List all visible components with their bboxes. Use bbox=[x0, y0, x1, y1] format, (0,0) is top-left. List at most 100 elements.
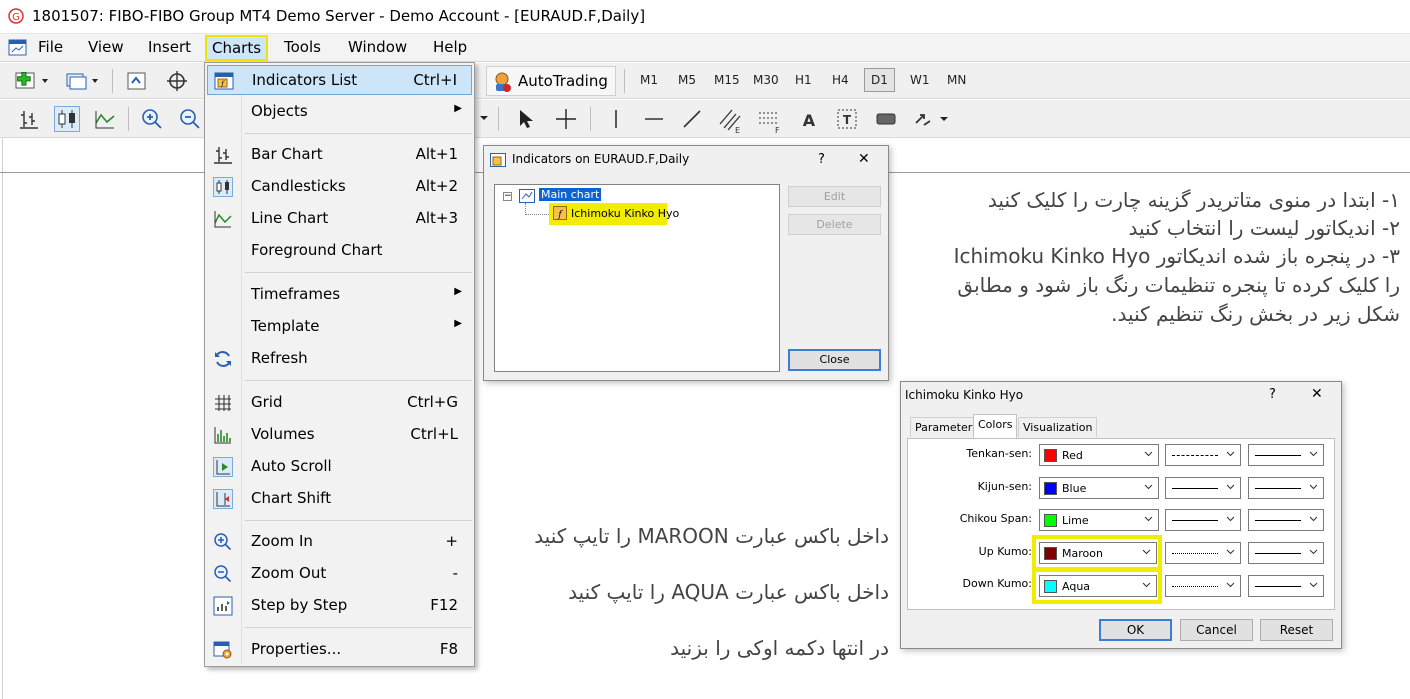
menu-separator bbox=[245, 380, 472, 381]
menu-item-timeframes[interactable]: Timeframes ▶ bbox=[207, 280, 472, 310]
kijun-color-select[interactable]: Blue bbox=[1039, 477, 1159, 499]
close-icon[interactable]: ✕ bbox=[1311, 386, 1323, 402]
crosshair-icon[interactable] bbox=[554, 107, 578, 131]
new-chart-icon[interactable] bbox=[14, 71, 50, 91]
menu-item-step-by-step[interactable]: Step by Step F12 bbox=[207, 591, 472, 621]
indicators-list-icon: f bbox=[214, 72, 234, 90]
delete-button[interactable]: Delete bbox=[788, 214, 881, 235]
up-kumo-color-select[interactable]: Maroon bbox=[1039, 542, 1157, 564]
menu-item-grid[interactable]: Grid Ctrl+G bbox=[207, 388, 472, 418]
text-label-icon[interactable]: T bbox=[836, 107, 858, 131]
menu-item-volumes[interactable]: Volumes Ctrl+L bbox=[207, 420, 472, 450]
menu-tools[interactable]: Tools bbox=[284, 38, 321, 56]
menu-item-auto-scroll[interactable]: Auto Scroll bbox=[207, 452, 472, 482]
line-chart-icon[interactable] bbox=[94, 108, 116, 130]
menu-help[interactable]: Help bbox=[433, 38, 467, 56]
autotrading-button[interactable]: AutoTrading bbox=[486, 66, 616, 96]
cancel-button[interactable]: Cancel bbox=[1180, 619, 1253, 641]
timeframe-h4[interactable]: H4 bbox=[832, 73, 849, 87]
tree-collapse-icon[interactable]: − bbox=[503, 192, 512, 201]
menu-charts[interactable]: Charts bbox=[205, 35, 269, 61]
zoom-out-icon[interactable] bbox=[178, 107, 202, 131]
down-kumo-style-select[interactable] bbox=[1165, 575, 1241, 597]
arrows-icon[interactable] bbox=[912, 107, 952, 131]
tree-item-ichimoku[interactable]: Ichimoku Kinko Hyo bbox=[571, 207, 679, 220]
chevron-down-icon bbox=[1226, 582, 1235, 588]
menu-insert[interactable]: Insert bbox=[148, 38, 191, 56]
bar-chart-icon[interactable] bbox=[18, 108, 40, 130]
tenkan-color-select[interactable]: Red bbox=[1039, 444, 1159, 466]
menu-item-chart-shift[interactable]: Chart Shift bbox=[207, 484, 472, 514]
timeframe-m15[interactable]: M15 bbox=[714, 73, 740, 87]
document-icon[interactable] bbox=[8, 39, 28, 57]
up-kumo-label: Up Kumo: bbox=[978, 545, 1032, 558]
tenkan-style-select[interactable] bbox=[1165, 444, 1241, 466]
edit-button[interactable]: Edit bbox=[788, 186, 881, 207]
timeframe-m5[interactable]: M5 bbox=[678, 73, 696, 87]
close-icon[interactable]: ✕ bbox=[858, 151, 870, 167]
cursor-icon[interactable] bbox=[514, 107, 536, 131]
menu-item-zoom-in[interactable]: Zoom In + bbox=[207, 527, 472, 557]
tab-visualization[interactable]: Visualization bbox=[1018, 417, 1098, 437]
grid-icon bbox=[215, 395, 231, 411]
menu-item-refresh[interactable]: Refresh bbox=[207, 344, 472, 374]
chikou-style-select[interactable] bbox=[1165, 509, 1241, 531]
candlesticks-icon[interactable] bbox=[54, 106, 80, 132]
menu-file[interactable]: File bbox=[38, 38, 63, 56]
kijun-style-select[interactable] bbox=[1165, 477, 1241, 499]
ok-button[interactable]: OK bbox=[1099, 619, 1172, 641]
up-kumo-style-select[interactable] bbox=[1165, 542, 1241, 564]
menu-item-template[interactable]: Template ▶ bbox=[207, 312, 472, 342]
trendline-icon[interactable] bbox=[680, 107, 704, 131]
menu-window[interactable]: Window bbox=[348, 38, 407, 56]
kijun-width-select[interactable] bbox=[1248, 477, 1324, 499]
menu-view[interactable]: View bbox=[88, 38, 124, 56]
line-width-preview bbox=[1255, 488, 1301, 489]
timeframe-mn[interactable]: MN bbox=[947, 73, 966, 87]
down-kumo-color-select[interactable]: Aqua bbox=[1039, 575, 1157, 597]
help-button[interactable]: ? bbox=[1269, 387, 1276, 402]
menu-item-bar-chart[interactable]: Bar Chart Alt+1 bbox=[207, 140, 472, 170]
down-kumo-width-select[interactable] bbox=[1248, 575, 1324, 597]
timeframe-m1[interactable]: M1 bbox=[640, 73, 658, 87]
menu-item-shortcut: Alt+3 bbox=[415, 209, 458, 227]
tree-item-main-chart[interactable]: Main chart bbox=[539, 188, 602, 201]
market-watch-icon[interactable] bbox=[126, 71, 148, 91]
menu-separator bbox=[245, 272, 472, 273]
help-button[interactable]: ? bbox=[818, 152, 825, 167]
profiles-icon[interactable] bbox=[64, 71, 100, 91]
tenkan-width-select[interactable] bbox=[1248, 444, 1324, 466]
close-button[interactable]: Close bbox=[788, 349, 881, 371]
equidistant-channel-icon[interactable]: E bbox=[716, 106, 744, 134]
horizontal-line-icon[interactable] bbox=[642, 107, 666, 131]
zoom-in-icon[interactable] bbox=[140, 107, 164, 131]
navigator-icon[interactable] bbox=[166, 70, 188, 92]
up-kumo-width-select[interactable] bbox=[1248, 542, 1324, 564]
timeframe-m30[interactable]: M30 bbox=[753, 73, 779, 87]
menu-item-foreground-chart[interactable]: Foreground Chart bbox=[207, 236, 472, 266]
menu-item-indicators-list[interactable]: f Indicators List Ctrl+I bbox=[207, 65, 472, 95]
chikou-width-select[interactable] bbox=[1248, 509, 1324, 531]
timeframe-h1[interactable]: H1 bbox=[795, 73, 812, 87]
line-style-preview bbox=[1172, 553, 1218, 554]
menu-item-shortcut: Ctrl+G bbox=[407, 393, 458, 411]
menu-item-candlesticks[interactable]: Candlesticks Alt+2 bbox=[207, 172, 472, 202]
reset-button[interactable]: Reset bbox=[1260, 619, 1333, 641]
timeframe-w1[interactable]: W1 bbox=[910, 73, 930, 87]
menu-item-line-chart[interactable]: Line Chart Alt+3 bbox=[207, 204, 472, 234]
row-downkumo-label-wrap: Down Kumo: bbox=[910, 574, 1032, 594]
fibonacci-retracement-icon[interactable]: F bbox=[756, 106, 784, 134]
menu-item-properties[interactable]: Properties... F8 bbox=[207, 635, 472, 665]
menu-item-zoom-out[interactable]: Zoom Out - bbox=[207, 559, 472, 589]
menu-item-label: Chart Shift bbox=[251, 489, 332, 507]
menu-item-objects[interactable]: Objects ▶ bbox=[207, 97, 472, 127]
text-icon[interactable]: A bbox=[798, 107, 820, 131]
line-width-preview bbox=[1255, 455, 1301, 456]
tab-colors[interactable]: Colors bbox=[973, 414, 1018, 438]
chevron-down-icon[interactable] bbox=[478, 112, 490, 124]
chevron-down-icon bbox=[1309, 549, 1318, 555]
chikou-color-select[interactable]: Lime bbox=[1039, 509, 1159, 531]
rectangle-icon[interactable] bbox=[874, 107, 898, 131]
vertical-line-icon[interactable] bbox=[606, 107, 626, 131]
timeframe-d1[interactable]: D1 bbox=[864, 68, 895, 92]
